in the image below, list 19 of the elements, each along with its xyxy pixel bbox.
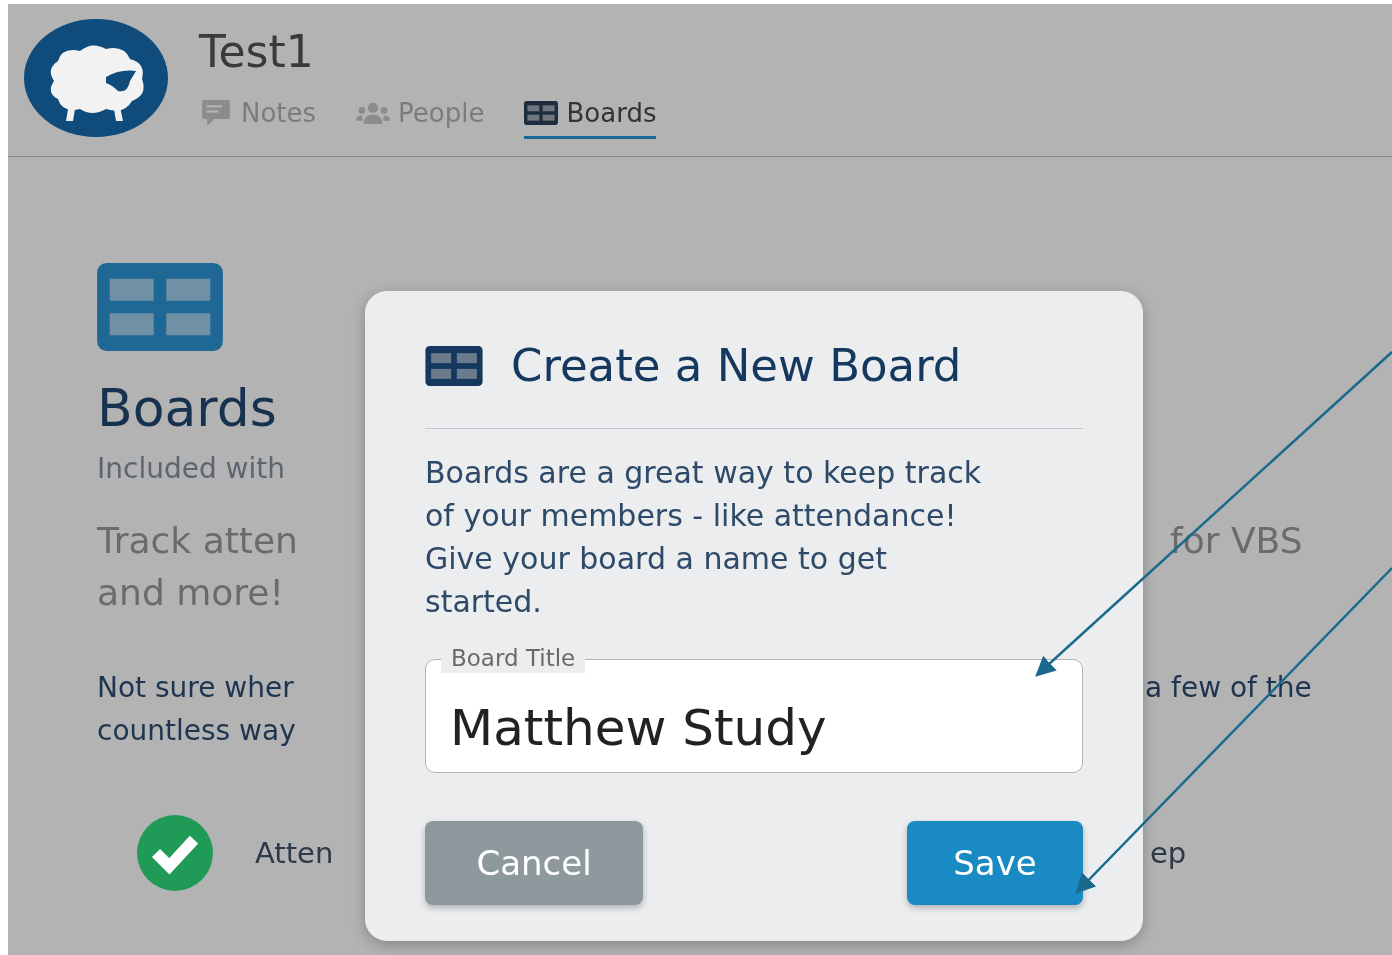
feature-text: Atten (255, 836, 334, 870)
grid-icon (425, 345, 483, 386)
prompt-text: countless way (97, 713, 297, 749)
subtitle-text: Included with (97, 451, 285, 487)
nav-tab[interactable]: Boards (524, 98, 657, 139)
cancel-button[interactable]: Cancel (425, 821, 643, 905)
speech-bubble-icon (199, 100, 233, 126)
people-icon (356, 100, 391, 126)
section-heading: Boards (97, 377, 277, 439)
grid-icon (524, 100, 559, 126)
dialog-description: Boards are a great way to keep track of your members - like attendance! Give your board a name to get started. (425, 454, 983, 621)
tagline-text: and more! (97, 571, 285, 615)
feature-text: ep (1150, 836, 1187, 870)
save-button[interactable]: Save (907, 821, 1083, 905)
page-title: Test1 (199, 26, 315, 78)
grid-icon (97, 263, 223, 351)
tagline-text: Track atten (97, 519, 299, 563)
dialog-title: Create a New Board (511, 339, 962, 392)
prompt-text: Not sure wher (97, 670, 295, 706)
